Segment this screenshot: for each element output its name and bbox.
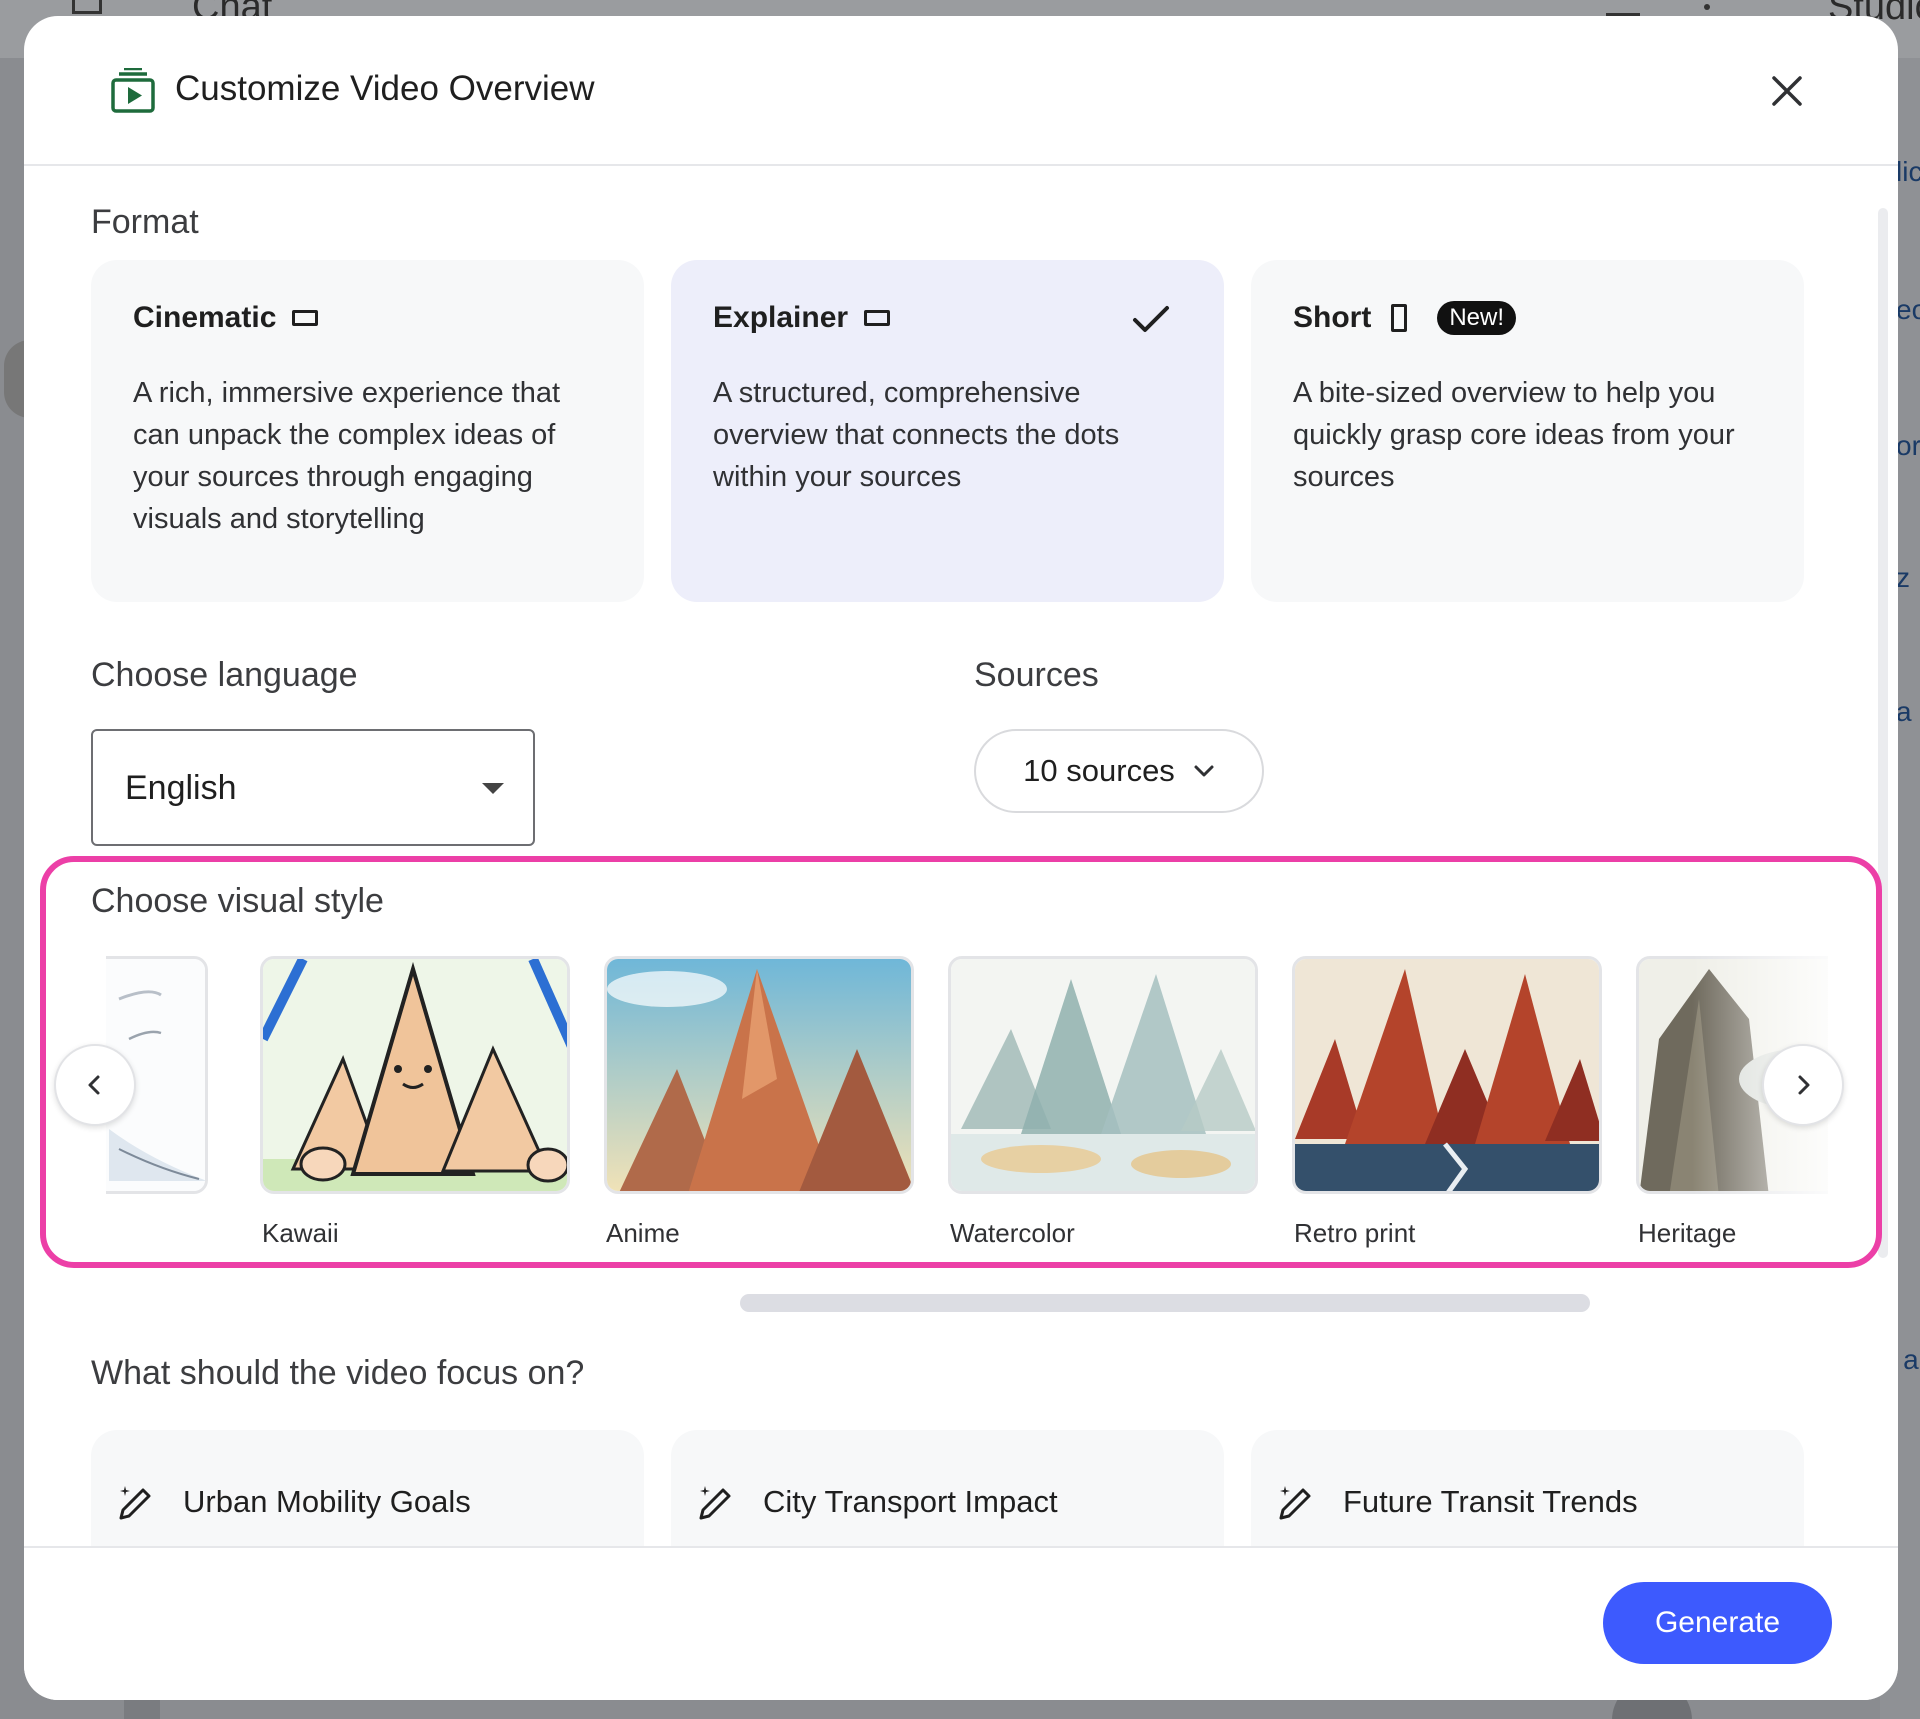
- background-fragment: z: [1896, 562, 1910, 593]
- dialog-title: Customize Video Overview: [175, 69, 595, 108]
- style-label-retro-print: Retro print: [1294, 1218, 1416, 1248]
- style-thumbnail-retro-print[interactable]: [1292, 956, 1602, 1194]
- carousel-scrollbar[interactable]: [740, 1294, 1590, 1312]
- chevron-down-icon: [1194, 765, 1214, 777]
- new-badge: New!: [1437, 301, 1517, 335]
- card-header: Cinematic: [133, 298, 319, 338]
- sources-dropdown[interactable]: 10 sources: [974, 729, 1264, 813]
- format-card-explainer[interactable]: Explainer A structured, comprehensive ov…: [671, 260, 1224, 602]
- magic-pen-icon: [119, 1486, 151, 1520]
- style-label-kawaii: Kawaii: [262, 1218, 339, 1248]
- landscape-icon: [864, 310, 891, 326]
- style-thumbnail-kawaii[interactable]: [260, 956, 570, 1194]
- format-card-cinematic[interactable]: Cinematic A rich, immersive experience t…: [91, 260, 644, 602]
- chevron-right-icon: [1798, 1075, 1810, 1095]
- card-header: Explainer: [713, 298, 891, 338]
- magic-pen-icon: [699, 1486, 731, 1520]
- style-label-anime: Anime: [606, 1218, 680, 1248]
- sources-label: Sources: [974, 656, 1099, 694]
- magic-pen-icon: [1279, 1486, 1311, 1520]
- carousel-next-button[interactable]: [1762, 1044, 1844, 1126]
- tune-icon: [1606, 0, 1640, 16]
- kawaii-thumbnail-art: [263, 959, 567, 1191]
- background-fragment: lic: [1896, 156, 1920, 187]
- visual-style-label: Choose visual style: [91, 882, 384, 920]
- format-name: Short: [1293, 301, 1372, 334]
- close-icon[interactable]: [1762, 66, 1812, 116]
- chevron-left-icon: [88, 1075, 100, 1095]
- style-label-watercolor: Watercolor: [950, 1218, 1075, 1248]
- more-icon: [1704, 4, 1710, 10]
- background-bar: [124, 1700, 160, 1719]
- visual-style-carousel: Kawaii Anime Watercolor Retro print Heri…: [106, 940, 1828, 1260]
- carousel-previous-button[interactable]: [54, 1044, 136, 1126]
- landscape-icon: [292, 310, 319, 326]
- format-card-short[interactable]: Short New! A bite-sized overview to help…: [1251, 260, 1804, 602]
- generate-button[interactable]: Generate: [1603, 1582, 1832, 1664]
- style-thumbnail-watercolor[interactable]: [948, 956, 1258, 1194]
- panel-icon: [72, 0, 102, 14]
- format-description: A structured, comprehensive overview tha…: [713, 377, 1120, 493]
- sources-value: 10 sources: [1023, 753, 1175, 788]
- format-label: Format: [91, 203, 199, 241]
- watercolor-thumbnail-art: [951, 959, 1255, 1191]
- format-name: Explainer: [713, 301, 849, 334]
- caret-down-icon: [482, 783, 504, 794]
- format-name: Cinematic: [133, 301, 277, 334]
- customize-dialog: Customize Video Overview Format Cinemati…: [24, 16, 1898, 1700]
- format-description: A bite-sized overview to help you quickl…: [1293, 377, 1735, 493]
- focus-suggestion-label: Future Transit Trends: [1343, 1484, 1638, 1519]
- background-fragment: a: [1896, 696, 1912, 727]
- background-fragment: or: [1896, 430, 1920, 461]
- checkmark-icon: [1133, 306, 1169, 332]
- focus-label: What should the video focus on?: [91, 1354, 585, 1392]
- focus-suggestion-label: City Transport Impact: [763, 1484, 1058, 1519]
- style-label-heritage: Heritage: [1638, 1218, 1737, 1248]
- background-fragment: eo: [1896, 294, 1920, 325]
- language-label: Choose language: [91, 656, 358, 694]
- focus-suggestion-label: Urban Mobility Goals: [183, 1484, 471, 1519]
- dialog-header: Customize Video Overview: [24, 16, 1898, 166]
- language-value: English: [125, 769, 237, 807]
- portrait-icon: [1391, 304, 1408, 332]
- card-header: Short New!: [1293, 298, 1517, 338]
- retro-print-thumbnail-art: [1295, 959, 1599, 1191]
- anime-thumbnail-art: [607, 959, 911, 1191]
- language-select[interactable]: English: [91, 729, 535, 846]
- format-description: A rich, immersive experience that can un…: [133, 377, 561, 535]
- style-thumbnail-anime[interactable]: [604, 956, 914, 1194]
- video-overview-icon: [111, 68, 155, 113]
